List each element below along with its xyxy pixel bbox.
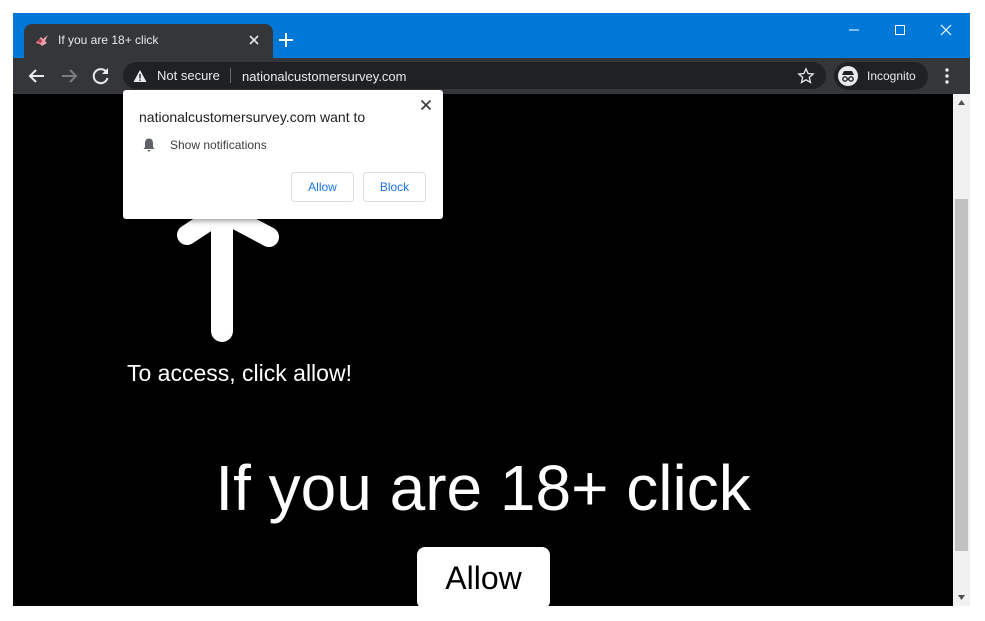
browser-window: If you are 18+ click Not secure national… [13,13,970,606]
scroll-down-icon[interactable] [957,594,966,601]
up-arrow-icon [177,204,279,342]
scrollbar-thumb[interactable] [955,199,968,551]
incognito-badge[interactable]: Incognito [834,62,928,90]
favicon-icon [36,35,48,46]
notification-permission-prompt: nationalcustomersurvey.com want to Show … [123,90,443,219]
access-instruction: To access, click allow! [127,360,352,386]
vertical-scrollbar[interactable] [953,94,970,606]
security-label[interactable]: Not secure [157,68,220,83]
scroll-up-icon[interactable] [957,99,966,106]
browser-toolbar: Not secure nationalcustomersurvey.com In… [13,58,970,94]
prompt-title: nationalcustomersurvey.com want to [139,109,366,125]
warning-icon[interactable] [133,69,147,83]
permission-label: Show notifications [170,138,267,152]
forward-arrow-icon[interactable] [57,64,81,88]
page-allow-button[interactable]: Allow [417,547,550,606]
incognito-icon [838,66,858,86]
tab-title: If you are 18+ click [58,33,159,47]
address-bar[interactable]: Not secure nationalcustomersurvey.com [123,62,826,89]
kebab-menu-icon[interactable] [937,65,957,87]
active-tab[interactable]: If you are 18+ click [24,24,273,58]
back-arrow-icon[interactable] [25,64,49,88]
window-close-icon[interactable] [923,15,969,45]
url-text[interactable]: nationalcustomersurvey.com [242,69,407,84]
prompt-block-button[interactable]: Block [363,172,426,202]
prompt-allow-button[interactable]: Allow [291,172,354,202]
page-heading: If you are 18+ click [215,452,751,524]
omnibox-divider [230,68,231,83]
plus-icon[interactable] [274,28,298,52]
title-bar: If you are 18+ click [13,13,970,58]
incognito-label: Incognito [867,69,916,83]
close-icon[interactable] [417,96,435,114]
maximize-icon[interactable] [877,15,923,45]
minimize-icon[interactable] [831,15,877,45]
star-icon[interactable] [797,67,815,85]
bell-icon [143,138,155,152]
reload-icon[interactable] [89,64,113,88]
close-icon[interactable] [244,30,264,50]
